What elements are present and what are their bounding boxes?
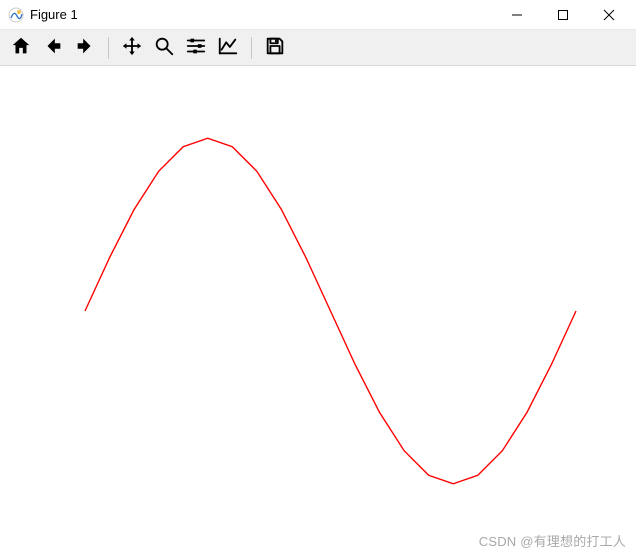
figure-canvas[interactable]: CSDN @有理想的打工人 [0, 66, 636, 556]
forward-button[interactable] [70, 33, 100, 63]
maximize-button[interactable] [540, 0, 586, 30]
magnify-icon [153, 35, 175, 60]
toolbar-separator [108, 37, 109, 59]
configure-button[interactable] [181, 33, 211, 63]
minimize-button[interactable] [494, 0, 540, 30]
toolbar [0, 30, 636, 66]
titlebar: Figure 1 [0, 0, 636, 30]
home-icon [10, 35, 32, 60]
save-button[interactable] [260, 33, 290, 63]
watermark: CSDN @有理想的打工人 [479, 531, 626, 550]
sliders-icon [185, 35, 207, 60]
edit-button[interactable] [213, 33, 243, 63]
close-button[interactable] [586, 0, 632, 30]
save-icon [264, 35, 286, 60]
window-controls [494, 0, 632, 30]
pan-button[interactable] [117, 33, 147, 63]
arrow-right-icon [74, 35, 96, 60]
plot-svg [0, 66, 636, 556]
arrow-left-icon [42, 35, 64, 60]
move-icon [121, 35, 143, 60]
zoom-button[interactable] [149, 33, 179, 63]
toolbar-separator [251, 37, 252, 59]
app-icon [8, 7, 24, 23]
home-button[interactable] [6, 33, 36, 63]
back-button[interactable] [38, 33, 68, 63]
window-title: Figure 1 [30, 7, 78, 22]
line-series [85, 138, 576, 483]
chart-line-icon [217, 35, 239, 60]
